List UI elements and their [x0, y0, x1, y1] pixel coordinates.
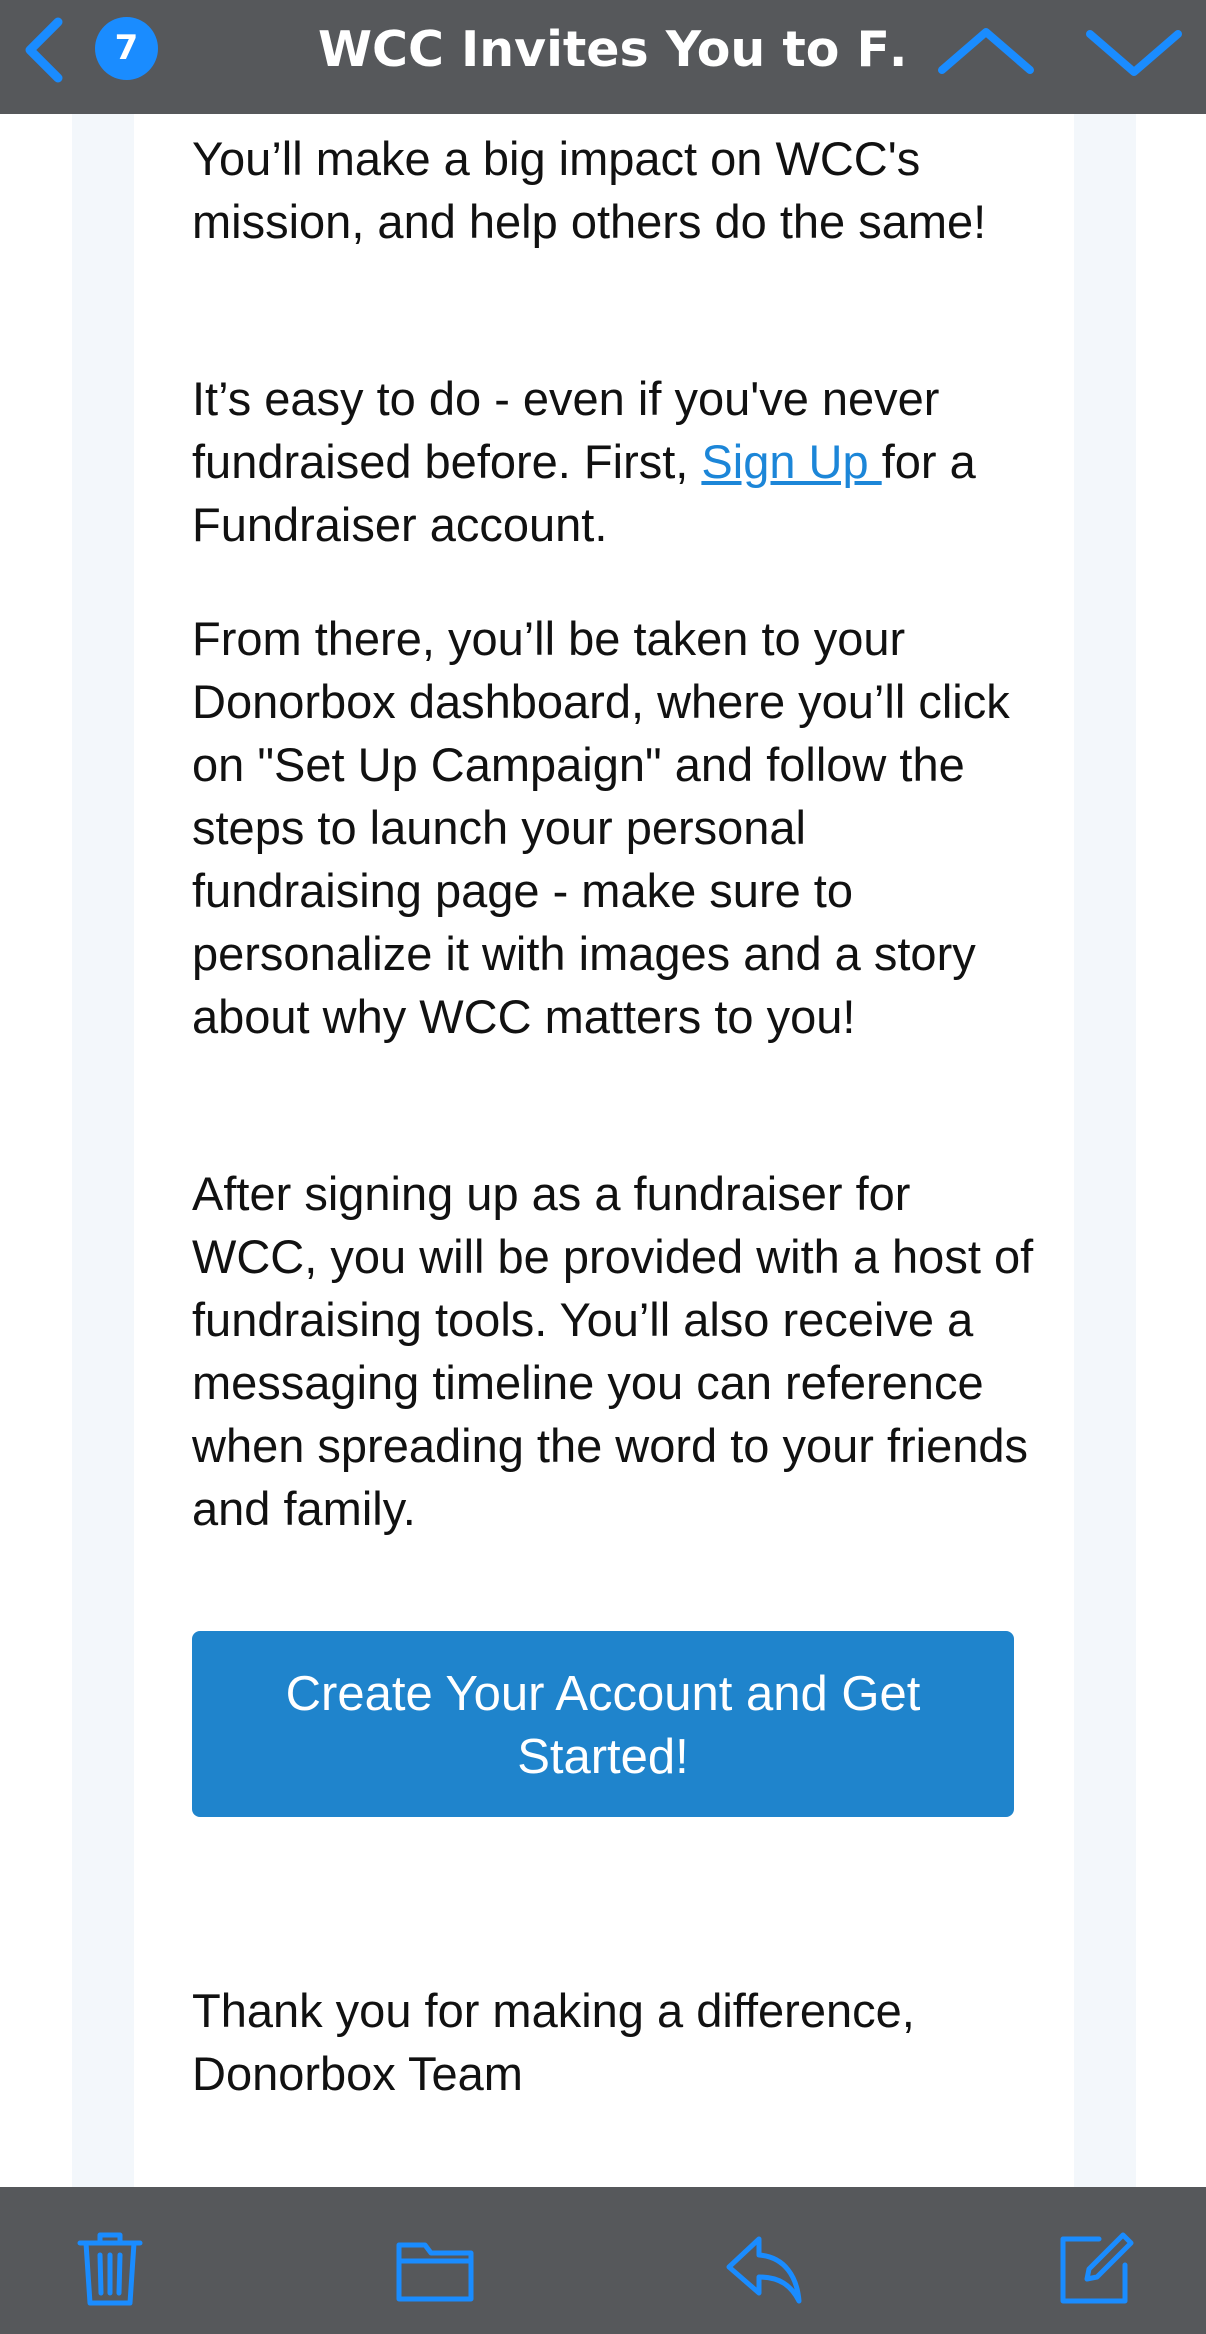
reply-icon — [726, 2236, 802, 2304]
signup-paragraph: It’s easy to do - even if you've never f… — [192, 367, 1042, 556]
unread-count-badge[interactable]: 7 — [95, 17, 158, 80]
previous-message-icon — [938, 28, 1034, 74]
message-subject-title: WCC Invites You to F… — [318, 21, 908, 78]
folder-icon — [396, 2242, 474, 2302]
back-chevron-icon — [25, 17, 63, 83]
signoff-line-2: Donorbox Team — [192, 2047, 523, 2100]
create-account-button[interactable]: Create Your Account and Get Started! — [192, 1631, 1014, 1817]
previous-message-button[interactable] — [928, 20, 1044, 84]
sign-up-link[interactable]: Sign Up — [701, 435, 881, 488]
compose-icon — [1060, 2232, 1134, 2304]
email-gutter-right — [1074, 114, 1136, 2187]
impact-paragraph: You’ll make a big impact on WCC's missio… — [192, 132, 987, 248]
email-gutter-left — [72, 114, 134, 2187]
dashboard-paragraph: From there, you’ll be taken to your Dono… — [192, 612, 1010, 1043]
reply-button[interactable] — [725, 2229, 805, 2309]
move-to-folder-button[interactable] — [395, 2229, 475, 2309]
email-body[interactable]: You’ll make a big impact on WCC's missio… — [0, 114, 1206, 2187]
next-message-button[interactable] — [1076, 20, 1192, 84]
bottom-toolbar — [0, 2187, 1206, 2334]
signoff: Thank you for making a difference, Donorb… — [192, 1979, 1042, 2105]
navigation-bar: 7 WCC Invites You to F… — [0, 0, 1206, 114]
tools-paragraph: After signing up as a fundraiser for WCC… — [192, 1167, 1034, 1535]
compose-button[interactable] — [1055, 2229, 1135, 2309]
trash-icon — [77, 2232, 143, 2306]
next-message-icon — [1086, 30, 1182, 76]
delete-button[interactable] — [70, 2229, 150, 2309]
back-button[interactable] — [18, 14, 74, 86]
signoff-line-1: Thank you for making a difference, — [192, 1984, 915, 2037]
